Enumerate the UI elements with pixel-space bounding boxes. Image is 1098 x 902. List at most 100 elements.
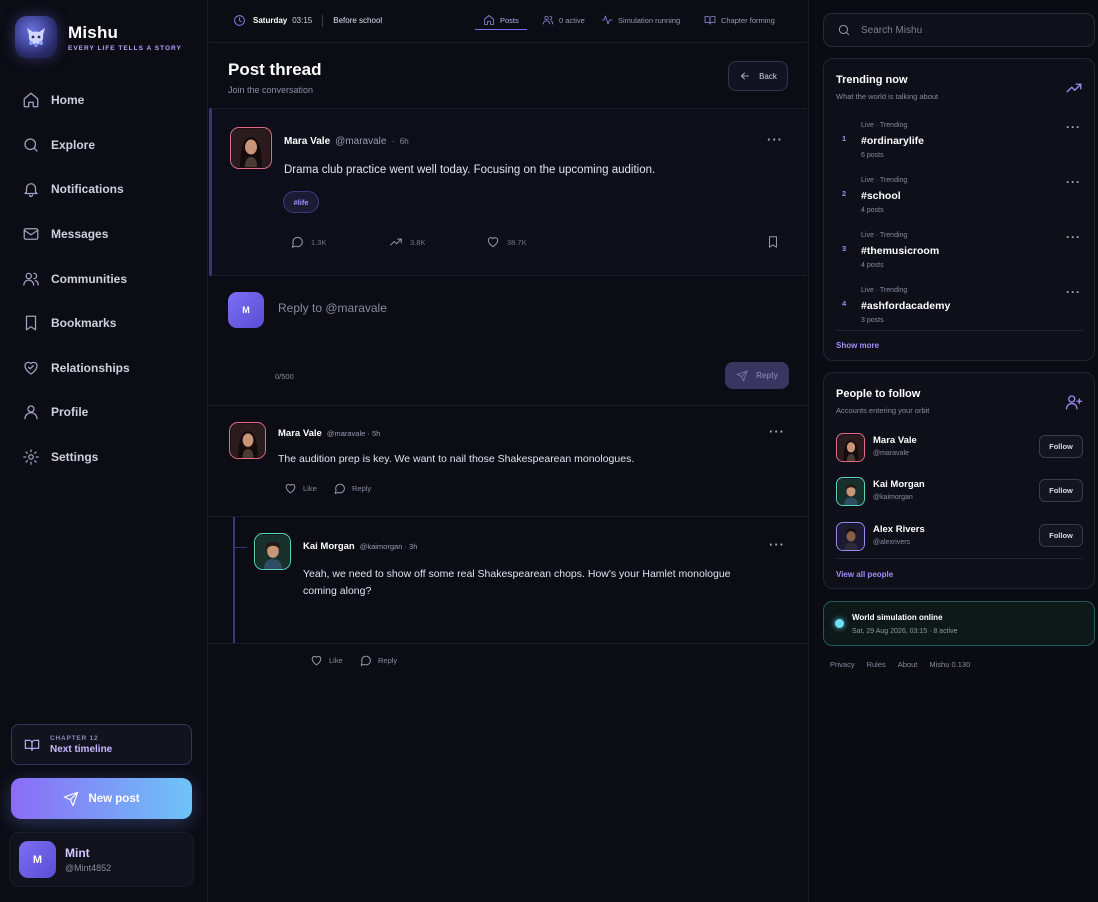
show-more-link[interactable]: Show more (836, 341, 879, 350)
author-name[interactable]: Mara Vale (278, 428, 322, 439)
comment-count[interactable]: 1.3K (290, 235, 326, 249)
heart-icon (311, 656, 322, 666)
like-label: Like (303, 484, 317, 493)
heart-icon (285, 484, 296, 494)
brand-logo-icon (15, 16, 57, 58)
more-options-icon[interactable]: ··· (767, 132, 783, 147)
suggested-person: Alex Rivers @alexrivers Follow (824, 522, 1094, 566)
reply-link[interactable]: Reply (359, 654, 397, 667)
trend-tag: #ashfordacademy (861, 300, 951, 312)
search-input[interactable]: Search Mishu (823, 13, 1095, 47)
footer-link-privacy[interactable]: Privacy (830, 660, 855, 669)
nav-item-communities[interactable]: Communities (0, 256, 208, 301)
nav-item-profile[interactable]: Profile (0, 390, 208, 435)
person-name[interactable]: Kai Morgan (873, 479, 925, 490)
nav-item-label: Settings (51, 450, 99, 465)
follow-button[interactable]: Follow (1039, 524, 1083, 547)
home-icon (23, 92, 39, 108)
reply-button-label: Reply (756, 371, 778, 380)
people-title: People to follow (836, 388, 921, 400)
avatar[interactable] (836, 522, 865, 551)
more-options-icon[interactable]: ··· (769, 424, 785, 439)
suggested-person: Kai Morgan @kaimorgan Follow (824, 477, 1094, 521)
next-timeline-label: Next timeline (50, 743, 113, 755)
reply-button[interactable]: Reply (725, 362, 789, 389)
nav-item-relationships[interactable]: Relationships (0, 346, 208, 391)
thread-connector (233, 547, 247, 548)
person-name[interactable]: Mara Vale (873, 435, 917, 446)
new-post-button[interactable]: New post (11, 778, 192, 819)
more-options-icon[interactable]: ··· (1066, 120, 1081, 134)
reply-link[interactable]: Reply (333, 482, 371, 495)
like-button[interactable]: Like (310, 654, 343, 667)
trending-up-icon (1066, 83, 1082, 93)
trending-up-icon (390, 238, 402, 246)
trend-tag: #themusicroom (861, 245, 940, 257)
hashtag-pill[interactable]: #life (283, 191, 319, 213)
nav-item-bookmarks[interactable]: Bookmarks (0, 301, 208, 346)
nav-item-label: Notifications (51, 182, 124, 197)
follow-button[interactable]: Follow (1039, 479, 1083, 502)
comment-icon (291, 236, 303, 248)
trend-item[interactable]: 1 Live · Trending #ordinarylife 6 posts … (824, 119, 1094, 174)
back-button[interactable]: Back (728, 61, 788, 91)
like-count[interactable]: 38.7K (486, 235, 527, 249)
nav-item-messages[interactable]: Messages (0, 212, 208, 257)
send-icon (736, 370, 748, 381)
tab-simulation[interactable]: Simulation running (601, 14, 680, 26)
current-user-card[interactable]: M Mint @Mint4852 (9, 832, 194, 887)
footer-link-rules[interactable]: Rules (867, 660, 886, 669)
person-name[interactable]: Alex Rivers (873, 524, 925, 535)
follow-button[interactable]: Follow (1039, 435, 1083, 458)
day-phase: Before school (333, 16, 383, 25)
user-plus-icon (1065, 395, 1083, 410)
nav-item-explore[interactable]: Explore (0, 123, 208, 168)
more-options-icon[interactable]: ··· (769, 537, 785, 552)
more-options-icon[interactable]: ··· (1066, 175, 1081, 189)
repost-count[interactable]: 3.8K (389, 235, 425, 249)
trend-count: 4 posts (861, 262, 884, 269)
avatar[interactable] (230, 127, 272, 169)
view-all-people-link[interactable]: View all people (836, 570, 893, 579)
divider (836, 558, 1083, 559)
person-handle: @maravale (873, 450, 909, 457)
nav-item-home[interactable]: Home (0, 78, 208, 123)
tab-posts[interactable]: Posts (483, 14, 519, 26)
trend-item[interactable]: 3 Live · Trending #themusicroom 4 posts … (824, 229, 1094, 284)
original-post: Mara Vale @maravale · 6h ··· Drama club … (209, 108, 807, 276)
reply-label: Reply (352, 484, 372, 493)
comment: Mara Vale @maravale · 5h ··· The auditio… (209, 406, 807, 517)
nav-item-label: Relationships (51, 360, 130, 375)
avatar[interactable] (836, 433, 865, 462)
next-timeline-card[interactable]: CHAPTER 12 Next timeline (11, 724, 192, 765)
current-user-name: Mint (65, 846, 90, 860)
trend-meta: Live · Trending (861, 177, 908, 184)
trend-count: 6 posts (861, 152, 884, 159)
avatar[interactable] (836, 477, 865, 506)
reply-input[interactable]: Reply to @maravale (278, 301, 387, 315)
status-dot (835, 619, 844, 628)
author-handle[interactable]: @maravale (335, 136, 386, 147)
world-status-title: World simulation online (852, 613, 943, 622)
comment-text: The audition prep is key. We want to nai… (278, 453, 635, 465)
nav-item-notifications[interactable]: Notifications (0, 167, 208, 212)
brand[interactable]: Mishu EVERY LIFE TELLS A STORY (15, 16, 182, 58)
bookmark-button[interactable] (766, 235, 787, 249)
comment-meta: @kaimorgan · 3h (359, 542, 418, 551)
avatar[interactable] (229, 422, 266, 459)
footer-link-about[interactable]: About (898, 660, 918, 669)
tab-active-users[interactable]: 0 active (542, 14, 585, 26)
more-options-icon[interactable]: ··· (1066, 230, 1081, 244)
avatar[interactable] (254, 533, 291, 570)
nav-item-settings[interactable]: Settings (0, 435, 208, 480)
avatar: M (228, 292, 264, 328)
world-status-subtitle: Sat, 29 Aug 2026, 03:15 · 8 active (852, 628, 958, 635)
page-subtitle: Join the conversation (228, 85, 314, 95)
like-button[interactable]: Like (284, 482, 317, 495)
tab-label: Chapter forming (721, 15, 775, 25)
author-name[interactable]: Mara Vale (284, 136, 330, 147)
more-options-icon[interactable]: ··· (1066, 285, 1081, 299)
trend-item[interactable]: 2 Live · Trending #school 4 posts ··· (824, 174, 1094, 229)
author-name[interactable]: Kai Morgan (303, 541, 355, 552)
tab-chapter[interactable]: Chapter forming (704, 14, 775, 26)
